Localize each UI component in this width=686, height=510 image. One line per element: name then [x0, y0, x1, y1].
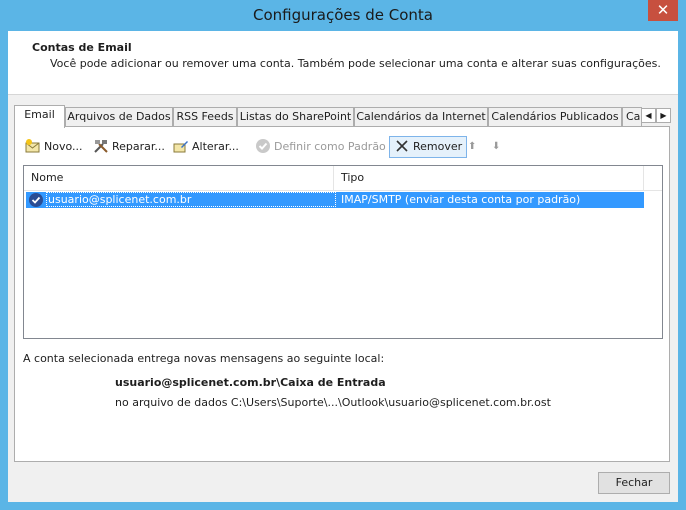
tab-strip: Email Arquivos de Dados RSS Feeds Listas…	[14, 105, 672, 128]
chevron-right-icon: ▶	[660, 111, 667, 120]
header-description: Você pode adicionar ou remover uma conta…	[50, 57, 661, 70]
email-tab-panel: Novo... Reparar... Alterar... Definir co…	[14, 126, 670, 462]
column-header-type[interactable]: Tipo	[334, 166, 644, 190]
tab-label: Calendários Publicados	[491, 110, 619, 123]
tab-address-books[interactable]: Ca	[622, 107, 642, 126]
new-account-label: Novo...	[44, 140, 83, 153]
tab-published-calendars[interactable]: Calendários Publicados	[488, 107, 622, 126]
tab-label: Calendários da Internet	[356, 110, 486, 123]
change-account-button[interactable]: Alterar...	[173, 136, 239, 158]
tab-scroll-right-button[interactable]: ▶	[656, 108, 671, 123]
set-default-button[interactable]: Definir como Padrão	[255, 136, 386, 158]
tab-data-files[interactable]: Arquivos de Dados	[65, 107, 173, 126]
account-settings-window: Configurações de Conta ✕ Contas de Email…	[0, 0, 686, 510]
title-bar[interactable]: Configurações de Conta ✕	[0, 0, 686, 30]
tab-internet-calendars[interactable]: Calendários da Internet	[354, 107, 488, 126]
column-header-name[interactable]: Nome	[24, 166, 334, 190]
account-type-cell: IMAP/SMTP (enviar desta conta por padrão…	[341, 193, 581, 206]
account-toolbar: Novo... Reparar... Alterar... Definir co…	[23, 136, 663, 158]
close-icon: ✕	[656, 1, 670, 19]
list-item[interactable]: usuario@splicenet.com.br IMAP/SMTP (envi…	[26, 192, 644, 208]
remove-account-button[interactable]: Remover	[389, 136, 468, 158]
tab-label: Arquivos de Dados	[67, 110, 171, 123]
delivery-info-text: A conta selecionada entrega novas mensag…	[23, 352, 385, 365]
window-close-button[interactable]: ✕	[648, 0, 678, 21]
dialog-header: Contas de Email Você pode adicionar ou r…	[8, 31, 678, 95]
set-default-label: Definir como Padrão	[274, 140, 386, 153]
default-account-check-icon	[29, 193, 43, 207]
tab-label: RSS Feeds	[176, 110, 234, 123]
close-dialog-label: Fechar	[615, 476, 653, 489]
chevron-left-icon: ◀	[645, 111, 652, 120]
move-down-button[interactable]: ⬇	[492, 136, 500, 158]
new-mail-icon	[25, 138, 41, 154]
tab-scroll-left-button[interactable]: ◀	[641, 108, 656, 123]
data-file-path: no arquivo de dados C:\Users\Suporte\...…	[115, 396, 551, 409]
tab-label: Email	[24, 108, 55, 121]
repair-account-button[interactable]: Reparar...	[93, 136, 165, 158]
edit-account-icon	[173, 138, 189, 154]
change-account-label: Alterar...	[192, 140, 239, 153]
delivery-location: usuario@splicenet.com.br\Caixa de Entrad…	[115, 376, 386, 389]
tools-icon	[93, 138, 109, 154]
repair-account-label: Reparar...	[112, 140, 165, 153]
tab-label: Listas do SharePoint	[239, 110, 352, 123]
accounts-list[interactable]: Nome Tipo usuario@splicenet.com.br IMAP/…	[23, 165, 663, 339]
remove-account-label: Remover	[413, 140, 463, 153]
remove-x-icon	[394, 138, 410, 154]
arrow-down-icon: ⬇	[492, 141, 501, 152]
window-title: Configurações de Conta	[253, 6, 433, 24]
close-dialog-button[interactable]: Fechar	[598, 472, 670, 494]
move-up-button[interactable]: ⬆	[468, 136, 476, 158]
account-name-cell: usuario@splicenet.com.br	[48, 193, 192, 206]
tab-rss-feeds[interactable]: RSS Feeds	[173, 107, 237, 126]
tab-sharepoint-lists[interactable]: Listas do SharePoint	[237, 107, 354, 126]
check-circle-icon	[255, 138, 271, 154]
tab-label: Ca	[626, 110, 641, 123]
list-header: Nome Tipo	[24, 166, 662, 191]
tab-email[interactable]: Email	[14, 105, 65, 128]
dialog-client-area: Contas de Email Você pode adicionar ou r…	[8, 31, 678, 502]
header-title: Contas de Email	[32, 41, 132, 54]
arrow-up-icon: ⬆	[468, 141, 477, 152]
new-account-button[interactable]: Novo...	[25, 136, 83, 158]
